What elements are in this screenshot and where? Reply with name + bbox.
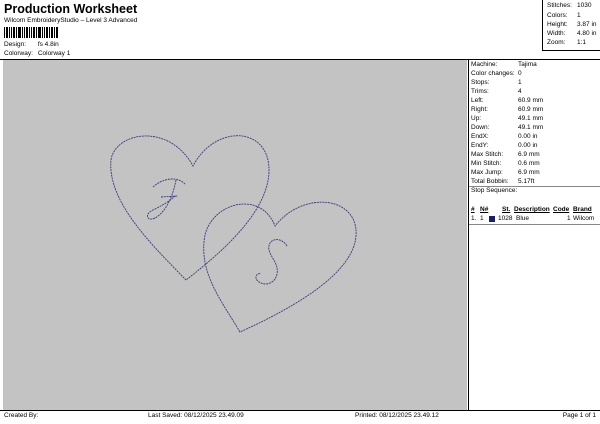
colorway-label: Colorway: [4, 50, 33, 57]
stitches-value: 1030 [577, 2, 592, 9]
design-preview [3, 60, 467, 410]
detail-label: Min Stitch: [471, 160, 502, 167]
zoom-label: Zoom: [547, 39, 566, 46]
detail-label: Left: [471, 97, 484, 104]
row-brand: Wilcom [573, 215, 595, 222]
detail-row: EndX: 0.00 in [471, 133, 538, 140]
design-value: fs 4.8in [37, 41, 59, 48]
zoom-value: 1:1 [577, 39, 587, 46]
col-n: N# [480, 206, 489, 213]
color-swatch [489, 216, 495, 222]
sequence-divider [469, 224, 600, 225]
detail-value: 6.9 mm [518, 151, 540, 158]
details-panel: Machine: Tajima Color changes: 0 Stops: 1 Trim… [468, 60, 600, 410]
detail-row: Trims: 4 [471, 88, 522, 95]
embroidery-design [110, 135, 357, 333]
row-description: Blue [516, 215, 530, 222]
detail-row: Max Jump: 6.9 mm [471, 169, 540, 176]
width-label: Width: [547, 30, 566, 37]
detail-value: 6.9 mm [518, 169, 540, 176]
letter-f [147, 178, 186, 220]
row-st: 1028 [498, 215, 513, 222]
detail-row: Machine: Tajima [471, 61, 537, 68]
detail-value: 60.9 mm [518, 97, 544, 104]
row-hash: 1. [471, 215, 477, 222]
stop-sequence-heading: Stop Sequence: [471, 187, 518, 194]
detail-label: Max Stitch: [471, 151, 504, 158]
detail-value: 60.9 mm [518, 106, 544, 113]
col-code: Code [553, 206, 570, 213]
footer-printed: Printed: 08/12/2025 23.49.12 [355, 412, 439, 419]
footer-page: Page 1 of 1 [562, 412, 596, 419]
detail-row: Right: 60.9 mm [471, 106, 543, 113]
detail-row: Min Stitch: 0.6 mm [471, 160, 540, 167]
software-subtitle: Wilcom EmbroideryStudio – Level 3 Advanc… [4, 17, 138, 24]
col-hash: # [471, 206, 475, 213]
detail-value: 0.00 in [518, 133, 538, 140]
col-description: Description [514, 206, 550, 213]
detail-label: Machine: [471, 61, 498, 68]
letter-s [255, 239, 288, 285]
design-label: Design: [4, 41, 27, 48]
detail-label: Stops: [471, 79, 490, 86]
col-brand: Brand [573, 206, 592, 213]
summary-box: Stitches: 1030 Colors: 1 Height: 3.87 in Wi… [542, 0, 600, 51]
design-row: Design: fs 4.8in [4, 41, 59, 48]
detail-value: 49.1 mm [518, 124, 544, 131]
page-title: Production Worksheet [4, 2, 138, 16]
detail-row: Max Stitch: 6.9 mm [471, 151, 540, 158]
detail-value: 0.6 mm [518, 160, 540, 167]
colors-value: 1 [577, 12, 581, 19]
detail-label: Max Jump: [471, 169, 503, 176]
row-code: 1 [567, 215, 571, 222]
detail-row: Total Bobbin: 5.17ft [471, 178, 534, 185]
detail-row: Stops: 1 [471, 79, 522, 86]
detail-label: EndX: [471, 133, 489, 140]
height-value: 3.87 in [577, 21, 597, 28]
detail-label: Total Bobbin: [471, 178, 509, 185]
colorway-row: Colorway: Colorway 1 [4, 50, 70, 57]
detail-row: Up: 49.1 mm [471, 115, 543, 122]
footer-created: Created By: [4, 412, 39, 419]
detail-row: Left: 60.9 mm [471, 97, 543, 104]
detail-label: Trims: [471, 88, 489, 95]
footer-last-saved: Last Saved: 08/12/2025 23.49.09 [148, 412, 244, 419]
col-st: St. [502, 206, 511, 213]
colorway-value: Colorway 1 [37, 50, 71, 57]
stitches-label: Stitches: [547, 2, 572, 9]
detail-value: 0 [518, 70, 522, 77]
colors-label: Colors: [547, 12, 568, 19]
detail-value: 0.00 in [518, 142, 538, 149]
detail-value: 4 [518, 88, 522, 95]
detail-label: Down: [471, 124, 490, 131]
detail-label: Right: [471, 106, 488, 113]
footer-divider [0, 410, 600, 411]
heart-right [203, 201, 357, 333]
detail-row: Down: 49.1 mm [471, 124, 543, 131]
detail-row: EndY: 0.00 in [471, 142, 538, 149]
detail-label: Up: [471, 115, 482, 122]
detail-row: Color changes: 0 [471, 70, 522, 77]
width-value: 4.80 in [577, 30, 597, 37]
row-n: 1 [480, 215, 484, 222]
detail-value: 49.1 mm [518, 115, 544, 122]
barcode-graphic [4, 27, 58, 38]
detail-value: Tajima [518, 61, 537, 68]
detail-value: 1 [518, 79, 522, 86]
detail-label: EndY: [471, 142, 489, 149]
heart-left [110, 135, 270, 281]
height-label: Height: [547, 21, 568, 28]
detail-value: 5.17ft [518, 178, 535, 185]
detail-label: Color changes: [471, 70, 515, 77]
